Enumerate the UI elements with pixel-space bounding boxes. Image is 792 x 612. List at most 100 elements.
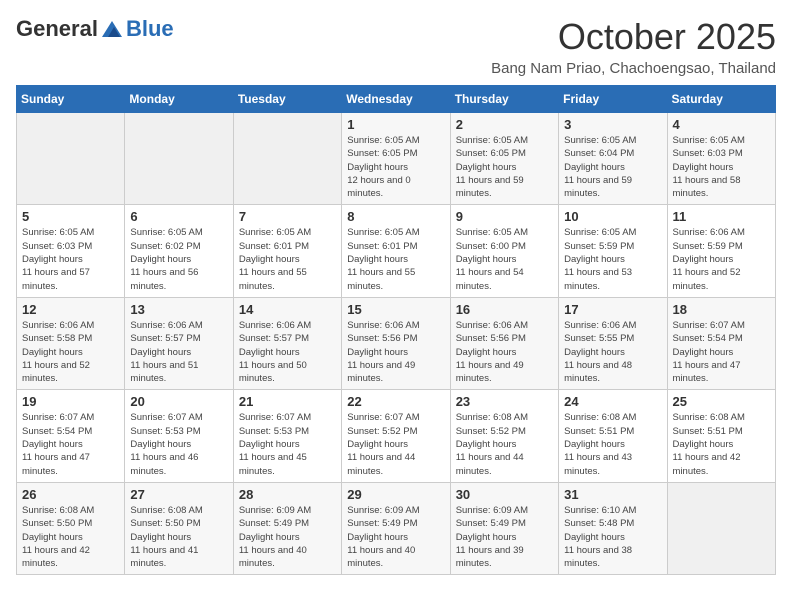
calendar-cell: 21 Sunrise: 6:07 AMSunset: 5:53 PMDayligh…: [233, 390, 341, 482]
day-info: Sunrise: 6:06 AMSunset: 5:56 PMDaylight …: [347, 319, 444, 385]
day-number: 25: [673, 394, 770, 409]
day-info: Sunrise: 6:06 AMSunset: 5:58 PMDaylight …: [22, 319, 119, 385]
day-info: Sunrise: 6:07 AMSunset: 5:53 PMDaylight …: [239, 411, 336, 477]
page-header: General Blue October 2025 Bang Nam Priao…: [16, 16, 776, 77]
day-info: Sunrise: 6:05 AMSunset: 5:59 PMDaylight …: [564, 226, 661, 292]
day-info: Sunrise: 6:09 AMSunset: 5:49 PMDaylight …: [239, 504, 336, 570]
weekday-header-thursday: Thursday: [450, 86, 558, 113]
day-number: 29: [347, 487, 444, 502]
day-info: Sunrise: 6:05 AMSunset: 6:01 PMDaylight …: [239, 226, 336, 292]
calendar-cell: 14 Sunrise: 6:06 AMSunset: 5:57 PMDayligh…: [233, 297, 341, 389]
calendar-cell: 26 Sunrise: 6:08 AMSunset: 5:50 PMDayligh…: [17, 482, 125, 574]
day-number: 7: [239, 209, 336, 224]
day-number: 21: [239, 394, 336, 409]
logo: General Blue: [16, 16, 174, 42]
weekday-header-monday: Monday: [125, 86, 233, 113]
day-number: 5: [22, 209, 119, 224]
logo-general-text: General: [16, 16, 98, 42]
day-info: Sunrise: 6:06 AMSunset: 5:57 PMDaylight …: [239, 319, 336, 385]
day-number: 22: [347, 394, 444, 409]
day-info: Sunrise: 6:07 AMSunset: 5:54 PMDaylight …: [673, 319, 770, 385]
day-info: Sunrise: 6:08 AMSunset: 5:50 PMDaylight …: [22, 504, 119, 570]
calendar-week-3: 12 Sunrise: 6:06 AMSunset: 5:58 PMDayligh…: [17, 297, 776, 389]
day-number: 3: [564, 117, 661, 132]
calendar-cell: 5 Sunrise: 6:05 AMSunset: 6:03 PMDaylight…: [17, 205, 125, 297]
day-number: 31: [564, 487, 661, 502]
day-info: Sunrise: 6:05 AMSunset: 6:04 PMDaylight …: [564, 134, 661, 200]
day-number: 13: [130, 302, 227, 317]
day-number: 14: [239, 302, 336, 317]
calendar-cell: 10 Sunrise: 6:05 AMSunset: 5:59 PMDayligh…: [559, 205, 667, 297]
day-info: Sunrise: 6:09 AMSunset: 5:49 PMDaylight …: [456, 504, 553, 570]
calendar-cell: 16Sunrise: 6:06 AMSunset: 5:56 PMDayligh…: [450, 297, 558, 389]
day-info: Sunrise: 6:07 AMSunset: 5:53 PMDaylight …: [130, 411, 227, 477]
calendar-week-2: 5 Sunrise: 6:05 AMSunset: 6:03 PMDaylight…: [17, 205, 776, 297]
day-info: Sunrise: 6:10 AMSunset: 5:48 PMDaylight …: [564, 504, 661, 570]
day-number: 23: [456, 394, 553, 409]
day-number: 15: [347, 302, 444, 317]
calendar-cell: 27 Sunrise: 6:08 AMSunset: 5:50 PMDayligh…: [125, 482, 233, 574]
day-info: Sunrise: 6:05 AMSunset: 6:00 PMDaylight …: [456, 226, 553, 292]
calendar-cell: [233, 113, 341, 205]
day-info: Sunrise: 6:08 AMSunset: 5:51 PMDaylight …: [564, 411, 661, 477]
calendar-cell: 15 Sunrise: 6:06 AMSunset: 5:56 PMDayligh…: [342, 297, 450, 389]
calendar-cell: 4Sunrise: 6:05 AMSunset: 6:03 PMDaylight…: [667, 113, 775, 205]
weekday-header-saturday: Saturday: [667, 86, 775, 113]
weekday-header-friday: Friday: [559, 86, 667, 113]
day-number: 2: [456, 117, 553, 132]
day-number: 24: [564, 394, 661, 409]
day-number: 20: [130, 394, 227, 409]
logo-blue-text: Blue: [126, 16, 174, 42]
day-info: Sunrise: 6:09 AMSunset: 5:49 PMDaylight …: [347, 504, 444, 570]
calendar-cell: 7 Sunrise: 6:05 AMSunset: 6:01 PMDaylight…: [233, 205, 341, 297]
day-number: 16: [456, 302, 553, 317]
calendar-cell: 11 Sunrise: 6:06 AMSunset: 5:59 PMDayligh…: [667, 205, 775, 297]
day-info: Sunrise: 6:08 AMSunset: 5:52 PMDaylight …: [456, 411, 553, 477]
day-info: Sunrise: 6:06 AMSunset: 5:57 PMDaylight …: [130, 319, 227, 385]
calendar-cell: 30 Sunrise: 6:09 AMSunset: 5:49 PMDayligh…: [450, 482, 558, 574]
day-number: 6: [130, 209, 227, 224]
calendar-cell: 2 Sunrise: 6:05 AMSunset: 6:05 PMDaylight…: [450, 113, 558, 205]
calendar-cell: 3 Sunrise: 6:05 AMSunset: 6:04 PMDaylight…: [559, 113, 667, 205]
calendar-cell: 6 Sunrise: 6:05 AMSunset: 6:02 PMDaylight…: [125, 205, 233, 297]
logo-icon: [100, 17, 124, 41]
day-info: Sunrise: 6:08 AMSunset: 5:51 PMDaylight …: [673, 411, 770, 477]
calendar-cell: [667, 482, 775, 574]
calendar-cell: 19 Sunrise: 6:07 AMSunset: 5:54 PMDayligh…: [17, 390, 125, 482]
day-number: 19: [22, 394, 119, 409]
calendar-cell: 22Sunrise: 6:07 AMSunset: 5:52 PMDayligh…: [342, 390, 450, 482]
calendar-cell: 12 Sunrise: 6:06 AMSunset: 5:58 PMDayligh…: [17, 297, 125, 389]
calendar-cell: 9 Sunrise: 6:05 AMSunset: 6:00 PMDaylight…: [450, 205, 558, 297]
day-info: Sunrise: 6:05 AMSunset: 6:05 PMDaylight …: [456, 134, 553, 200]
month-title: October 2025: [491, 16, 776, 58]
day-number: 12: [22, 302, 119, 317]
day-number: 4: [673, 117, 770, 132]
calendar-cell: [17, 113, 125, 205]
calendar-cell: 13 Sunrise: 6:06 AMSunset: 5:57 PMDayligh…: [125, 297, 233, 389]
day-info: Sunrise: 6:05 AMSunset: 6:03 PMDaylight …: [22, 226, 119, 292]
day-number: 10: [564, 209, 661, 224]
calendar-cell: 24 Sunrise: 6:08 AMSunset: 5:51 PMDayligh…: [559, 390, 667, 482]
day-number: 27: [130, 487, 227, 502]
calendar-week-4: 19 Sunrise: 6:07 AMSunset: 5:54 PMDayligh…: [17, 390, 776, 482]
day-info: Sunrise: 6:06 AMSunset: 5:59 PMDaylight …: [673, 226, 770, 292]
calendar-cell: 25 Sunrise: 6:08 AMSunset: 5:51 PMDayligh…: [667, 390, 775, 482]
calendar-table: SundayMondayTuesdayWednesdayThursdayFrid…: [16, 85, 776, 575]
calendar-week-5: 26 Sunrise: 6:08 AMSunset: 5:50 PMDayligh…: [17, 482, 776, 574]
calendar-cell: 23 Sunrise: 6:08 AMSunset: 5:52 PMDayligh…: [450, 390, 558, 482]
location-title: Bang Nam Priao, Chachoengsao, Thailand: [491, 60, 776, 77]
day-number: 11: [673, 209, 770, 224]
day-info: Sunrise: 6:05 AMSunset: 6:02 PMDaylight …: [130, 226, 227, 292]
day-number: 26: [22, 487, 119, 502]
calendar-cell: 18Sunrise: 6:07 AMSunset: 5:54 PMDayligh…: [667, 297, 775, 389]
day-number: 9: [456, 209, 553, 224]
calendar-cell: 29 Sunrise: 6:09 AMSunset: 5:49 PMDayligh…: [342, 482, 450, 574]
weekday-header-tuesday: Tuesday: [233, 86, 341, 113]
day-info: Sunrise: 6:08 AMSunset: 5:50 PMDaylight …: [130, 504, 227, 570]
calendar-cell: 31 Sunrise: 6:10 AMSunset: 5:48 PMDayligh…: [559, 482, 667, 574]
calendar-cell: 1Sunrise: 6:05 AMSunset: 6:05 PMDaylight…: [342, 113, 450, 205]
day-number: 30: [456, 487, 553, 502]
day-info: Sunrise: 6:05 AMSunset: 6:05 PMDaylight …: [347, 134, 444, 200]
day-number: 28: [239, 487, 336, 502]
day-info: Sunrise: 6:07 AMSunset: 5:54 PMDaylight …: [22, 411, 119, 477]
